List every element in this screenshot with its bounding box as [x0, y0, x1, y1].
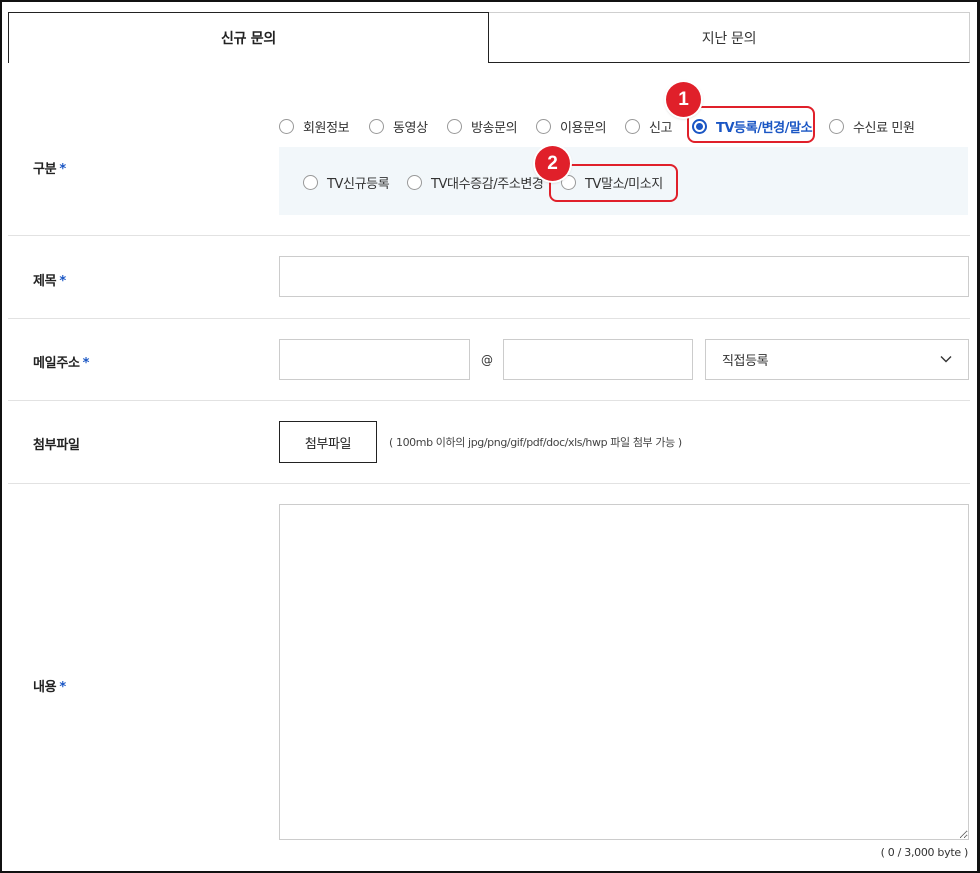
- divider: [8, 235, 970, 236]
- divider: [8, 400, 970, 401]
- callout-badge-1: 1: [666, 82, 701, 117]
- radio-fee-complaint[interactable]: 수신료 민원: [829, 117, 915, 136]
- byte-counter: ( 0 / 3,000 byte ): [880, 846, 969, 859]
- chevron-down-icon: [940, 356, 952, 363]
- radio-circle: [625, 119, 640, 134]
- radio-usage[interactable]: 이용문의: [536, 117, 607, 136]
- radio-circle: [407, 175, 422, 190]
- callout-highlight-1: [687, 106, 815, 143]
- radio-label: 수신료 민원: [853, 121, 915, 136]
- email-label: 메일주소 *: [33, 352, 89, 371]
- radio-report[interactable]: 신고: [625, 117, 673, 136]
- title-label-text: 제목: [33, 274, 57, 289]
- radio-label: TV대수증감/주소변경: [431, 177, 544, 192]
- at-symbol: @: [481, 353, 493, 367]
- email-label-text: 메일주소: [33, 356, 80, 371]
- radio-circle: [447, 119, 462, 134]
- radio-label: 방송문의: [471, 121, 518, 136]
- radio-tv-new[interactable]: TV신규등록: [303, 173, 390, 192]
- radio-video[interactable]: 동영상: [369, 117, 428, 136]
- category-label-text: 구분: [33, 162, 57, 177]
- email-domain-input[interactable]: [503, 339, 693, 380]
- radio-label: 신고: [649, 121, 673, 136]
- radio-broadcast[interactable]: 방송문의: [447, 117, 518, 136]
- required-mark: *: [82, 356, 90, 371]
- attachment-note: ( 100mb 이하의 jpg/png/gif/pdf/doc/xls/hwp …: [389, 436, 682, 449]
- content-label-text: 내용: [33, 680, 57, 695]
- radio-circle: [279, 119, 294, 134]
- callout-badge-2: 2: [535, 146, 570, 181]
- tab-past-inquiry[interactable]: 지난 문의: [489, 12, 970, 63]
- required-mark: *: [59, 680, 66, 695]
- content-textarea[interactable]: [279, 504, 969, 840]
- required-mark: *: [59, 162, 66, 177]
- radio-label: TV신규등록: [327, 177, 390, 192]
- required-mark: *: [59, 274, 66, 289]
- radio-member-info[interactable]: 회원정보: [279, 117, 350, 136]
- divider: [8, 318, 970, 319]
- radio-label: 이용문의: [560, 121, 607, 136]
- category-label: 구분 *: [33, 158, 66, 177]
- radio-circle: [829, 119, 844, 134]
- title-input[interactable]: [279, 256, 969, 297]
- select-value: 직접등록: [722, 354, 769, 369]
- attachment-label: 첨부파일: [33, 434, 80, 453]
- attach-file-button[interactable]: 첨부파일: [279, 421, 377, 463]
- radio-circle: [369, 119, 384, 134]
- radio-tv-count-address[interactable]: TV대수증감/주소변경: [407, 173, 544, 192]
- title-label: 제목 *: [33, 270, 66, 289]
- radio-label: 회원정보: [303, 121, 350, 136]
- radio-label: 동영상: [393, 121, 428, 136]
- divider: [8, 483, 970, 484]
- radio-circle: [303, 175, 318, 190]
- radio-circle: [536, 119, 551, 134]
- tab-new-inquiry[interactable]: 신규 문의: [8, 12, 489, 63]
- email-local-input[interactable]: [279, 339, 470, 380]
- content-label: 내용 *: [33, 676, 66, 695]
- attachment-label-text: 첨부파일: [33, 438, 80, 453]
- email-domain-select[interactable]: 직접등록: [705, 339, 969, 380]
